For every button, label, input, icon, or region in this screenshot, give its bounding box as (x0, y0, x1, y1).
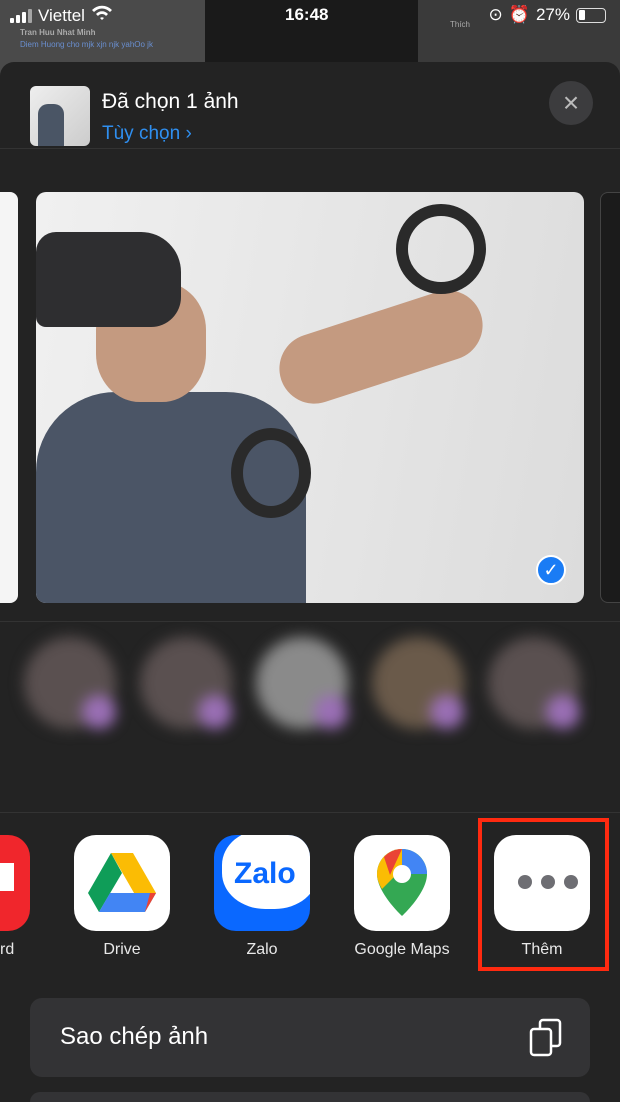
app-partial[interactable]: rd (0, 835, 46, 959)
selected-photo-thumbnail (30, 86, 90, 146)
contact-avatar[interactable] (256, 637, 348, 729)
close-button[interactable]: × (549, 81, 593, 125)
battery-icon (576, 7, 606, 23)
app-google-maps[interactable]: Google Maps (332, 835, 472, 959)
options-label: Tùy chọn (102, 123, 181, 144)
close-icon: × (562, 87, 580, 118)
clock: 16:48 (285, 5, 329, 24)
options-link[interactable]: Tùy chọn › (102, 123, 192, 145)
selected-check-icon[interactable]: ✓ (536, 555, 566, 585)
sheet-title: Đã chọn 1 ảnh (102, 90, 239, 113)
background-text: Diem Huong cho mjk xjn njk yahOo jk (20, 40, 153, 49)
contact-avatar[interactable] (140, 637, 232, 729)
app-drive[interactable]: Drive (52, 835, 192, 959)
divider (0, 621, 620, 622)
app-zalo[interactable]: Zalo Zalo (192, 835, 332, 959)
battery-percent: 27% (535, 5, 570, 24)
next-action[interactable] (30, 1092, 590, 1102)
app-label: Drive (103, 941, 141, 958)
app-label: Google Maps (354, 941, 450, 958)
status-bar: Viettel 16:48 ⊙ ⏰ 27% (0, 0, 620, 32)
copy-photo-action[interactable]: Sao chép ảnh (30, 998, 590, 1077)
highlight-box (478, 818, 609, 971)
action-label: Sao chép ảnh (60, 1023, 209, 1050)
zalo-logo-text: Zalo (234, 857, 296, 890)
partial-red-app-icon (0, 835, 30, 931)
contact-avatar[interactable] (488, 637, 580, 729)
google-maps-icon (354, 835, 450, 931)
adjacent-photo-left[interactable] (0, 192, 18, 603)
contact-avatar[interactable] (372, 637, 464, 729)
chevron-right-icon: › (185, 123, 192, 144)
rotation-lock-icon: ⊙ (488, 5, 503, 24)
contact-suggestions (0, 637, 620, 767)
google-drive-icon (74, 835, 170, 931)
adjacent-photo-right[interactable] (600, 192, 620, 603)
app-label: rd (0, 941, 15, 958)
carrier: Viettel (38, 5, 85, 25)
wifi-icon (91, 5, 113, 26)
selected-photo[interactable]: ✓ (36, 192, 584, 603)
copy-icon (528, 1018, 564, 1063)
contact-avatar[interactable] (24, 637, 116, 729)
app-label: Zalo (246, 941, 278, 958)
signal-icon (10, 8, 32, 23)
divider (0, 812, 620, 813)
alarm-icon: ⏰ (508, 5, 530, 24)
divider (0, 148, 620, 149)
zalo-icon: Zalo (214, 835, 310, 931)
